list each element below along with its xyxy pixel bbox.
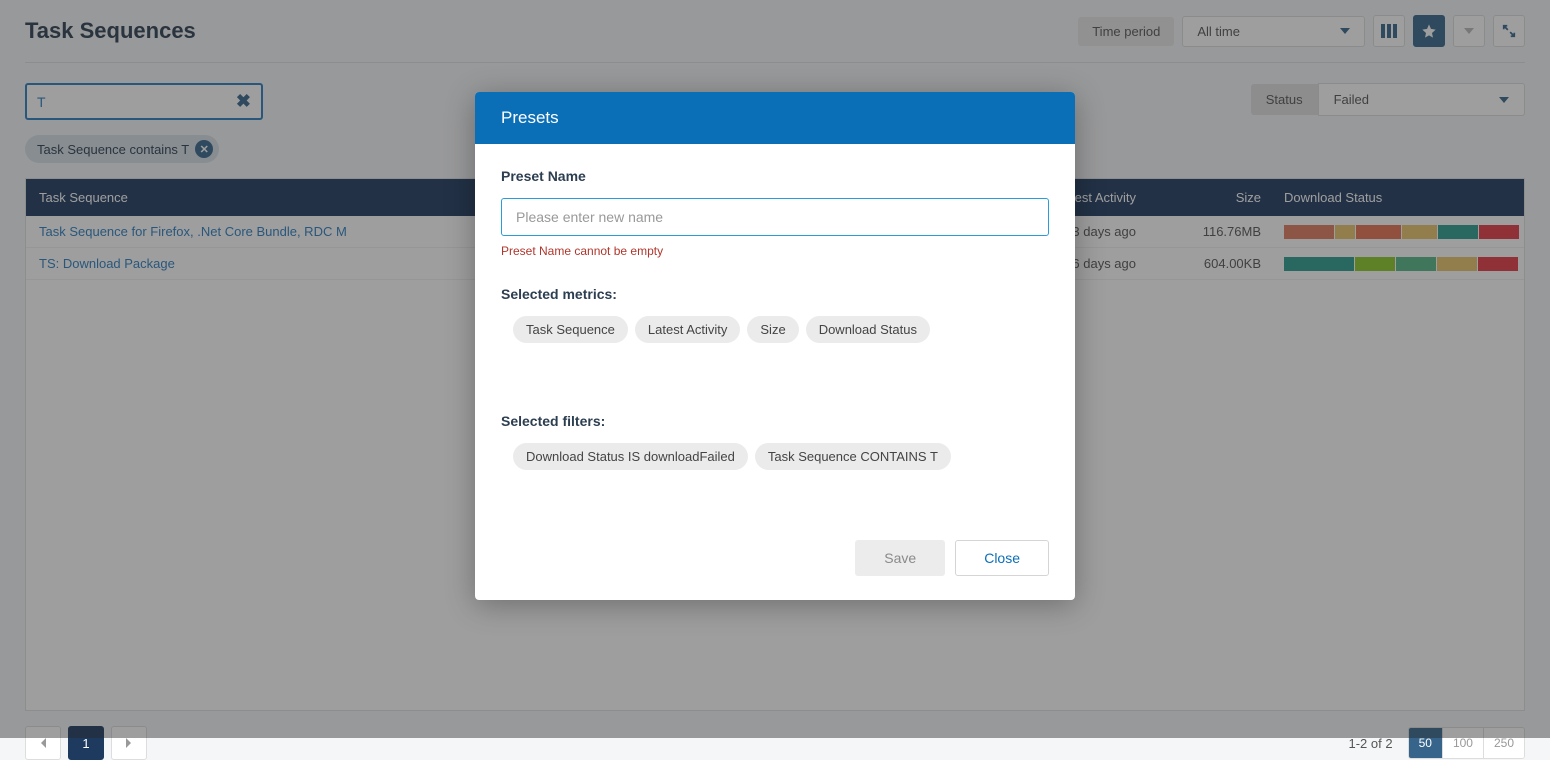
metric-chip: Size xyxy=(747,316,798,343)
preset-name-error: Preset Name cannot be empty xyxy=(501,244,1049,258)
metric-chip: Latest Activity xyxy=(635,316,740,343)
chevron-left-icon xyxy=(39,737,47,749)
preset-name-label: Preset Name xyxy=(501,168,1049,184)
save-button[interactable]: Save xyxy=(855,540,945,576)
selected-filters-label: Selected filters: xyxy=(501,413,1049,429)
metric-chip: Task Sequence xyxy=(513,316,628,343)
selected-metrics-label: Selected metrics: xyxy=(501,286,1049,302)
modal-title: Presets xyxy=(475,92,1075,144)
presets-modal: Presets Preset Name Preset Name cannot b… xyxy=(475,92,1075,600)
filter-chip: Download Status IS downloadFailed xyxy=(513,443,748,470)
modal-overlay: Presets Preset Name Preset Name cannot b… xyxy=(0,0,1550,738)
metric-chip: Download Status xyxy=(806,316,930,343)
close-button[interactable]: Close xyxy=(955,540,1049,576)
chevron-right-icon xyxy=(125,737,133,749)
filter-chip: Task Sequence CONTAINS T xyxy=(755,443,951,470)
preset-name-input[interactable] xyxy=(501,198,1049,236)
